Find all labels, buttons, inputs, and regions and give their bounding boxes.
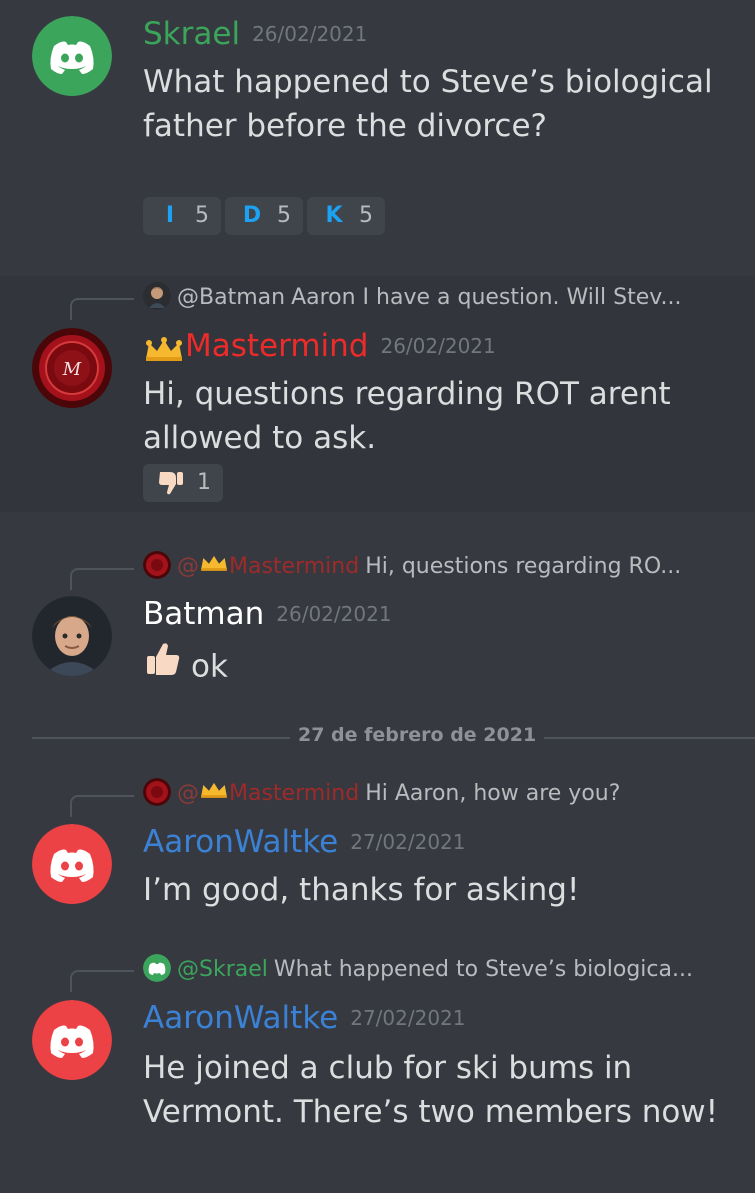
svg-text:M: M: [62, 359, 82, 380]
reply-preview[interactable]: @ Mastermind Hi, questions regarding RO...: [143, 550, 681, 584]
reaction-i[interactable]: I5: [143, 197, 221, 235]
crown-icon: [143, 336, 185, 367]
message-text: ok: [143, 642, 733, 694]
reply-preview-text: Aaron I have a question. Will Stev...: [291, 285, 682, 310]
message-text: I’m good, thanks for asking!: [143, 872, 580, 908]
reply-preview-text: Hi Aaron, how are you?: [365, 781, 621, 806]
reply-preview-text: What happened to Steve’s biologica...: [273, 957, 693, 982]
timestamp: 26/02/2021: [252, 22, 368, 46]
discord-logo-icon: [32, 824, 112, 904]
reaction-thumbs-down[interactable]: 1: [143, 464, 223, 502]
message-skrael: Skrael 26/02/2021 What happened to Steve’…: [0, 0, 755, 276]
reply-spine: [70, 298, 134, 320]
message-mastermind: @Batman Aaron I have a question. Will Ste…: [0, 276, 755, 512]
regional-indicator-k-icon: K: [325, 203, 343, 228]
username-batman[interactable]: Batman: [143, 596, 264, 632]
regional-indicator-i-icon: I: [165, 203, 175, 228]
reply-mention[interactable]: @Batman: [177, 285, 285, 310]
avatar-aaronwaltke[interactable]: [32, 824, 112, 904]
timestamp: 26/02/2021: [380, 334, 496, 358]
thumbs-up-icon: [143, 639, 183, 691]
reactions: I5D5K5: [143, 197, 389, 235]
message-text-content: ok: [191, 648, 228, 685]
avatar-aaronwaltke[interactable]: [32, 1000, 112, 1080]
crown-icon: [199, 550, 229, 584]
reply-at: @: [177, 554, 199, 579]
reply-mention[interactable]: Mastermind: [229, 781, 359, 806]
batman-mini-avatar: [143, 282, 171, 310]
reaction-k[interactable]: K5: [307, 197, 385, 235]
message-text: He joined a club for ski bums in Vermont…: [143, 1050, 719, 1130]
red-seal-icon: M: [32, 328, 112, 408]
message-text: Hi, questions regarding ROT arent allowe…: [143, 376, 671, 456]
timestamp: 27/02/2021: [350, 1006, 466, 1030]
reaction-count: 5: [277, 203, 291, 228]
reaction-count: 1: [197, 470, 211, 495]
message-batman: @ Mastermind Hi, questions regarding RO...…: [0, 512, 755, 710]
reply-preview[interactable]: @ Mastermind Hi Aaron, how are you?: [143, 777, 620, 811]
crown-icon: [199, 777, 229, 811]
mastermind-mini-avatar: [143, 778, 171, 806]
thumbs-down-icon: [155, 464, 187, 502]
reply-spine: [70, 795, 134, 817]
discord-logo-icon: [32, 16, 112, 96]
reply-spine: [70, 970, 134, 992]
reaction-count: 5: [359, 203, 373, 228]
message-aaronwaltke-2: @Skrael What happened to Steve’s biologic…: [0, 938, 755, 1193]
avatar-skrael[interactable]: [32, 16, 112, 96]
reply-spine: [70, 568, 134, 590]
message-text: What happened to Steve’s biological fath…: [143, 64, 713, 144]
reply-mention[interactable]: Mastermind: [229, 554, 359, 579]
mastermind-mini-avatar: [143, 551, 171, 579]
reply-mention[interactable]: @Skrael: [177, 957, 268, 982]
reaction-d[interactable]: D5: [225, 197, 303, 235]
regional-indicator-d-icon: D: [242, 203, 262, 228]
timestamp: 26/02/2021: [276, 602, 392, 626]
username-aaronwaltke[interactable]: AaronWaltke: [143, 1000, 338, 1036]
username-mastermind[interactable]: Mastermind: [185, 328, 368, 364]
username-skrael[interactable]: Skrael: [143, 16, 240, 52]
discord-logo-icon: [32, 1000, 112, 1080]
avatar-mastermind[interactable]: M: [32, 328, 112, 408]
username-aaronwaltke[interactable]: AaronWaltke: [143, 824, 338, 860]
skrael-mini-avatar: [143, 954, 171, 982]
reply-preview-text: Hi, questions regarding RO...: [365, 554, 682, 579]
character-avatar-icon: [32, 596, 112, 676]
reply-at: @: [177, 781, 199, 806]
reaction-count: 5: [195, 203, 209, 228]
avatar-batman[interactable]: [32, 596, 112, 676]
reply-preview[interactable]: @Skrael What happened to Steve’s biologic…: [143, 953, 693, 987]
date-divider: 27 de febrero de 2021: [290, 724, 545, 746]
reactions: 1: [143, 464, 227, 502]
message-aaronwaltke-1: @ Mastermind Hi Aaron, how are you? AaronW…: [0, 760, 755, 930]
reply-preview[interactable]: @Batman Aaron I have a question. Will Ste…: [143, 281, 682, 315]
timestamp: 27/02/2021: [350, 830, 466, 854]
